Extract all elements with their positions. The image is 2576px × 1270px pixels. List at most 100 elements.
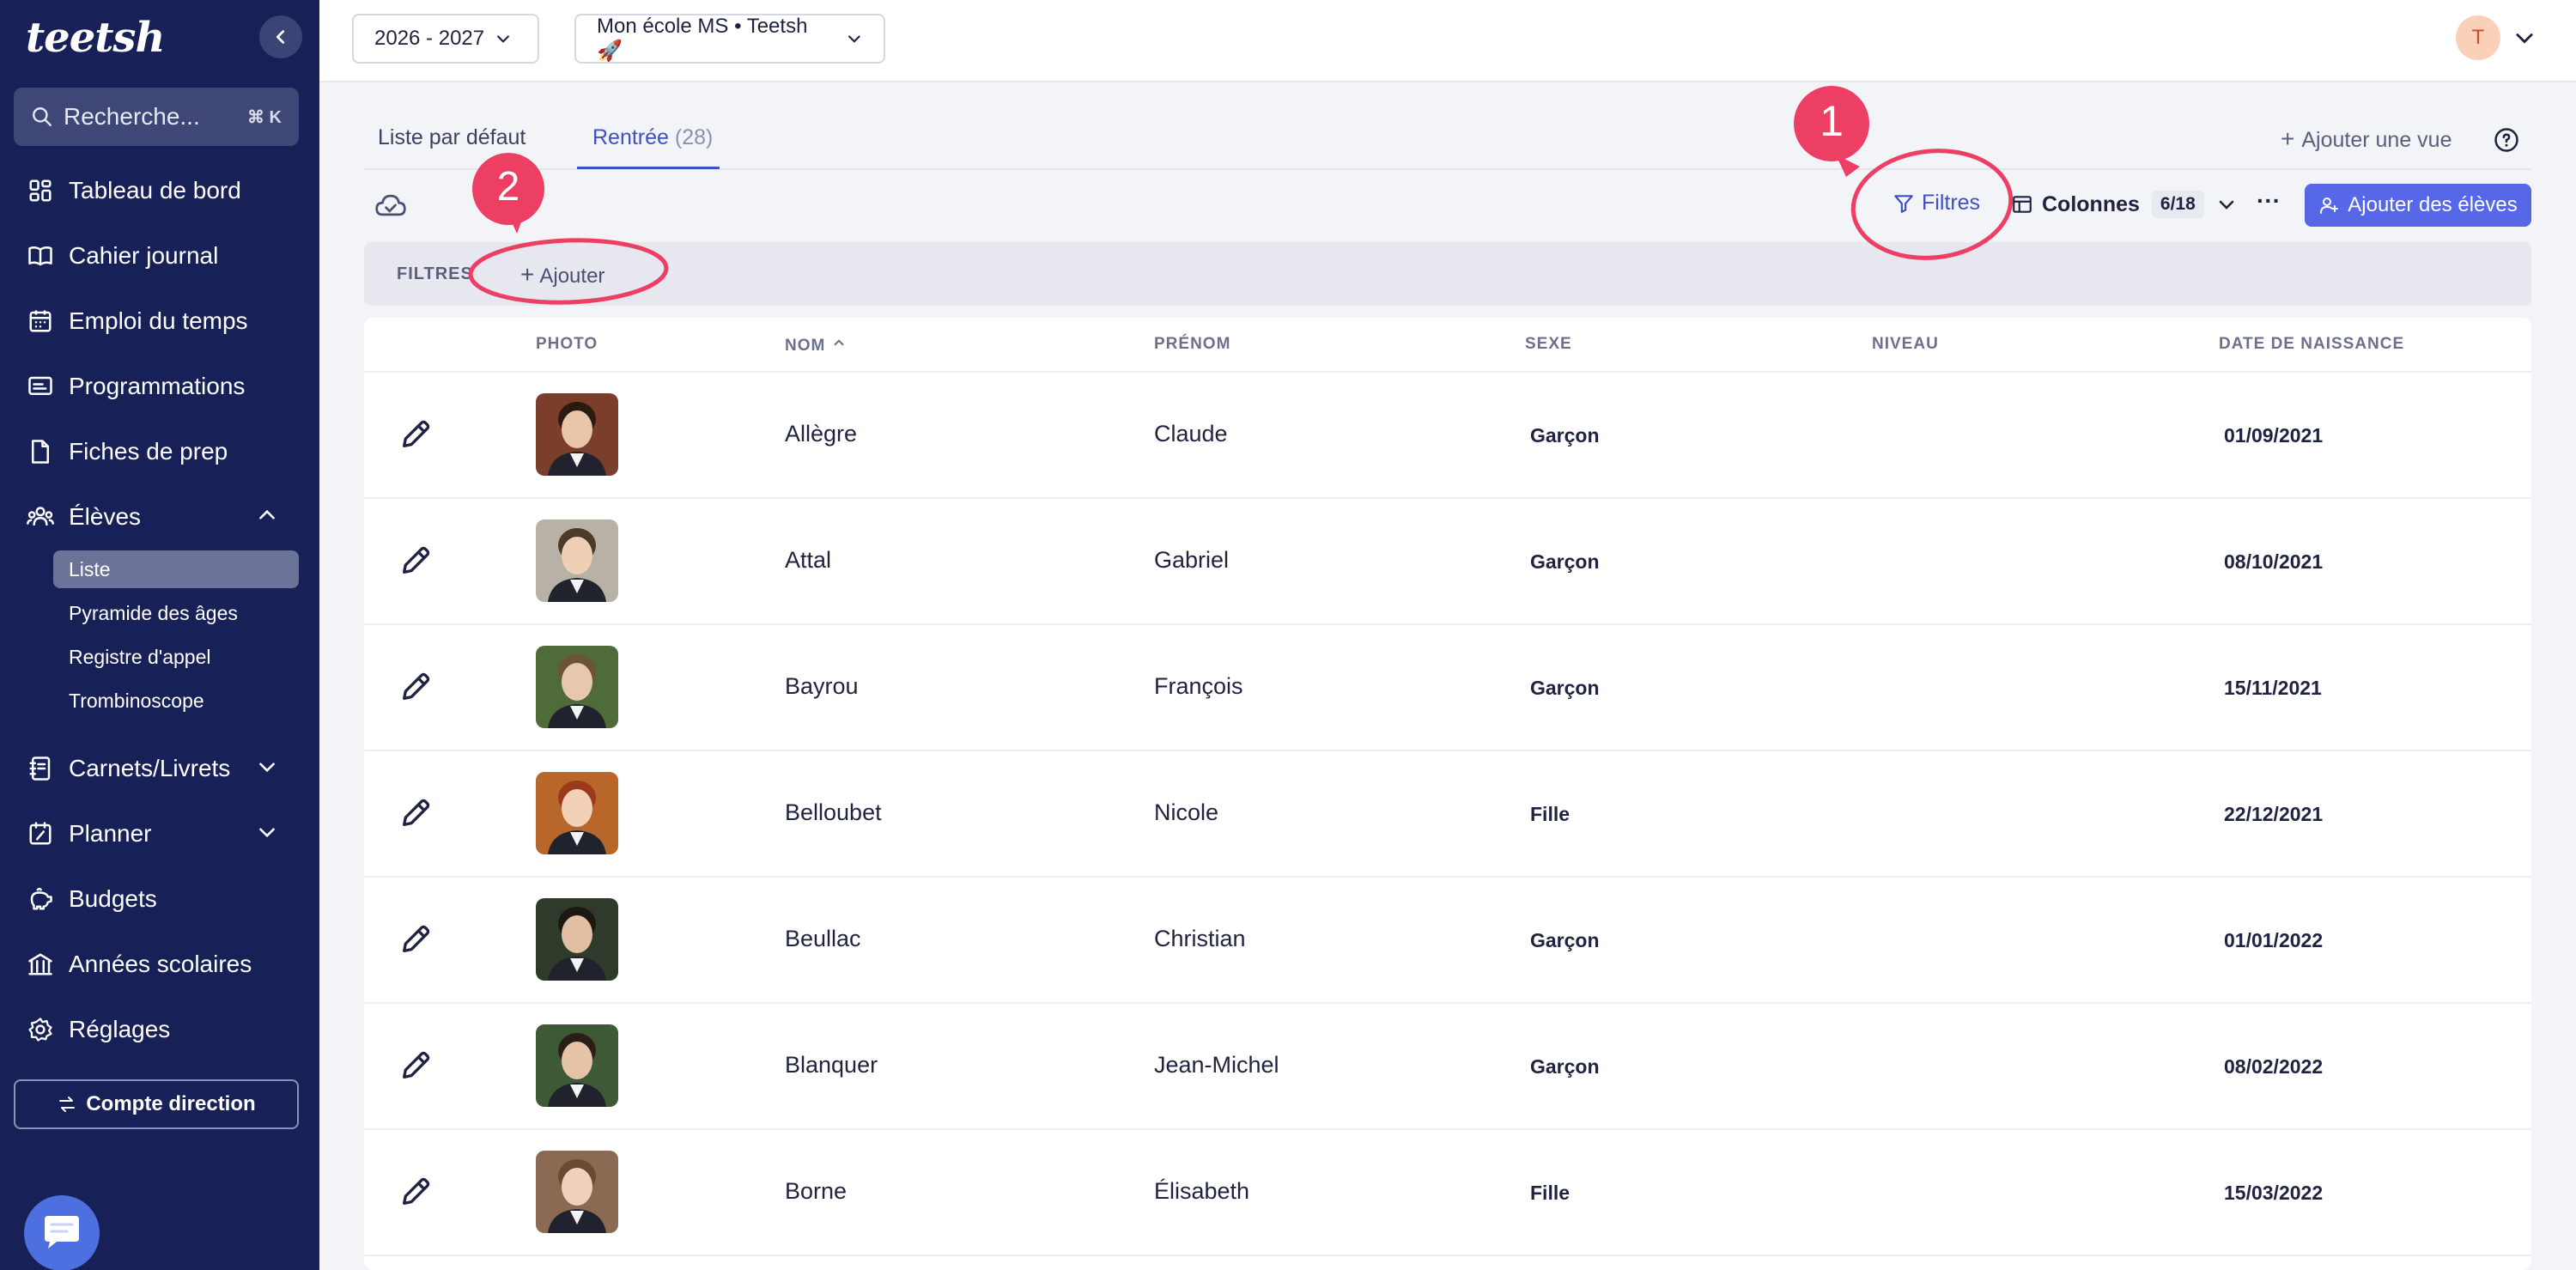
table-row[interactable]: Allègre Claude Garçon 01/09/2021 [364,373,2531,499]
pencil-edit-icon[interactable] [398,417,433,452]
add-students-label: Ajouter des élèves [2348,193,2518,216]
active-filters-bar: FILTRES + Ajouter [364,242,2531,306]
more-options-button[interactable]: ··· [2257,187,2281,215]
table-row[interactable]: Attal Gabriel Garçon 08/10/2021 [364,499,2531,625]
dashboard-icon [26,176,55,205]
school-value: Mon école MS • Teetsh 🚀 [597,14,808,63]
add-view-label: Ajouter une vue [2301,128,2452,152]
student-photo [536,898,618,981]
tab-liste-par-defaut[interactable]: Liste par défaut [378,125,526,150]
sidebar-item-emploi-du-temps[interactable]: Emploi du temps [26,300,248,343]
columns-label: Colonnes [2042,191,2140,216]
cell-prenom: Élisabeth [1154,1178,1250,1204]
table-row[interactable]: Beullac Christian Garçon 01/01/2022 [364,878,2531,1004]
cell-sexe: Fille [1530,803,1571,825]
sidebar-item-label: Programmations [69,373,246,399]
student-photo [536,520,618,602]
column-header-date-de-naissance[interactable]: DATE DE NAISSANCE [2219,335,2404,354]
switch-account-button[interactable]: Compte direction [14,1079,299,1129]
sidebar-item-label: Cahier journal [69,242,219,269]
cell-date-de-naissance: 15/11/2021 [2224,677,2322,699]
students-table: PHOTO NOM PRÉNOM SEXE NIVEAU DATE DE NAI… [364,318,2531,1270]
chevron-down-icon [259,763,275,773]
cell-prenom: Jean-Michel [1154,1052,1279,1078]
column-header-nom[interactable]: NOM [785,335,847,355]
columns-count-badge: 6/18 [2151,191,2204,218]
table-row[interactable]: Bayrou François Garçon 15/11/2021 [364,625,2531,751]
student-photo [536,772,618,854]
sidebar-item-annees-scolaires[interactable]: Années scolaires [26,943,252,986]
table-row[interactable]: Belloubet Nicole Fille 22/12/2021 [364,751,2531,878]
user-avatar[interactable]: T [2456,15,2500,60]
cell-prenom: Nicole [1154,799,1219,825]
pencil-edit-icon[interactable] [398,544,433,578]
sidebar-subitem-pyramide-des-ages[interactable]: Pyramide des âges [53,594,238,632]
help-icon[interactable] [2494,127,2519,153]
sidebar-item-label: Fiches de prep [69,438,228,465]
sidebar-item-tableau-de-bord[interactable]: Tableau de bord [26,169,241,212]
pencil-edit-icon[interactable] [398,1048,433,1083]
pencil-edit-icon[interactable] [398,1175,433,1209]
plus-icon: + [2281,125,2295,152]
column-header-prenom[interactable]: PRÉNOM [1154,335,1230,354]
cell-sexe: Garçon [1530,677,1600,699]
chevron-down-icon[interactable] [2512,26,2537,50]
gear-icon [26,1015,55,1044]
table-row[interactable]: Blanquer Jean-Michel Garçon 08/02/2022 [364,1004,2531,1130]
annotation-1-number: 1 [1820,97,1844,145]
cell-sexe: Fille [1530,1182,1571,1204]
cell-date-de-naissance: 08/02/2022 [2224,1055,2324,1078]
sidebar-item-reglages[interactable]: Réglages [26,1008,170,1051]
collapse-sidebar-button[interactable] [259,15,302,58]
cell-date-de-naissance: 08/10/2021 [2224,550,2324,573]
chevron-down-icon [259,828,275,838]
swap-icon [59,1097,76,1112]
columns-button[interactable]: Colonnes 6/18 [2011,191,2237,218]
search-input[interactable]: Recherche... ⌘ K [14,88,299,146]
calendar-icon [26,307,55,336]
sidebar-subitem-registre-d-appel[interactable]: Registre d'appel [53,638,211,676]
school-building-icon [26,950,55,979]
student-photo [536,393,618,476]
sidebar-item-programmations[interactable]: Programmations [26,365,245,408]
tab-rentree[interactable]: Rentrée (28) [592,125,713,150]
sidebar-item-budgets[interactable]: Budgets [26,878,157,921]
cloud-sync-icon[interactable] [374,191,407,220]
sidebar-item-planner[interactable]: Planner [26,812,292,855]
sidebar-item-carnets-livrets[interactable]: Carnets/Livrets [26,747,292,790]
pencil-edit-icon[interactable] [398,922,433,957]
add-students-button[interactable]: Ajouter des élèves [2305,184,2531,227]
planner-icon [26,819,55,848]
school-select[interactable]: Mon école MS • Teetsh 🚀 [574,14,885,64]
column-header-sexe[interactable]: SEXE [1525,335,1572,354]
cell-prenom: François [1154,673,1243,699]
switch-account-label: Compte direction [86,1092,256,1115]
school-year-select[interactable]: 2026 - 2027 [352,14,539,64]
add-view-button[interactable]: + Ajouter une vue [2281,125,2451,153]
teetsh-logo[interactable]: teetsh [26,14,165,62]
sidebar-item-label: Réglages [69,1016,171,1042]
cell-date-de-naissance: 01/09/2021 [2224,424,2324,447]
cell-sexe: Garçon [1530,929,1600,951]
chat-support-button[interactable] [24,1195,100,1270]
cell-nom: Allègre [785,421,858,447]
student-photo [536,1151,618,1233]
sidebar: teetsh Recherche... ⌘ K Tableau de bord … [0,0,319,1270]
search-icon [33,107,52,126]
cell-date-de-naissance: 15/03/2022 [2224,1182,2324,1204]
top-bar: 2026 - 2027 Mon école MS • Teetsh 🚀 [319,0,2576,82]
cell-nom: Beullac [785,926,861,951]
table-row[interactable]: Borne Élisabeth Fille 15/03/2022 [364,1130,2531,1256]
column-header-niveau[interactable]: NIVEAU [1872,335,1939,354]
book-open-icon [26,241,55,270]
sidebar-item-fiches-de-prep[interactable]: Fiches de prep [26,430,228,473]
column-header-label: NOM [785,337,826,355]
sidebar-item-cahier-journal[interactable]: Cahier journal [26,234,218,277]
column-header-photo: PHOTO [536,335,598,353]
sidebar-subitem-liste[interactable]: Liste [53,550,299,588]
sidebar-item-eleves[interactable]: Élèves [26,495,292,538]
student-photo [536,646,618,728]
pencil-edit-icon[interactable] [398,670,433,704]
sidebar-subitem-trombinoscope[interactable]: Trombinoscope [53,682,204,720]
pencil-edit-icon[interactable] [398,796,433,830]
